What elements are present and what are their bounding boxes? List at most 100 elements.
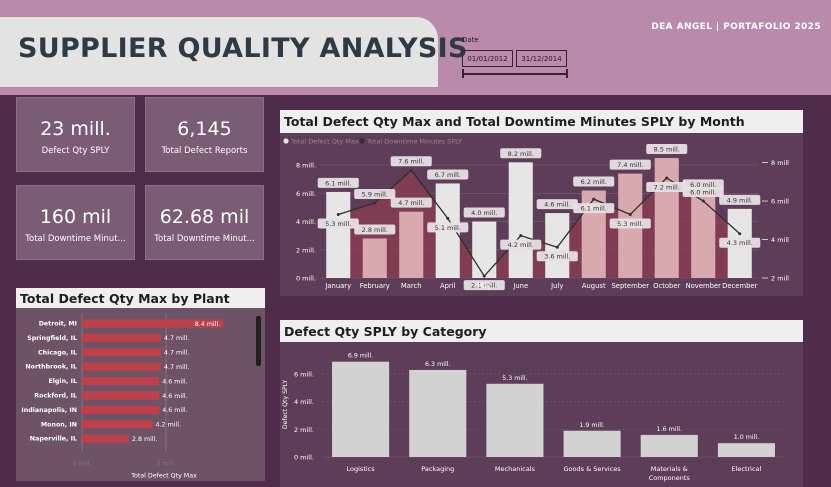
plant-label: Detroit, MI: [39, 321, 77, 328]
x-tick-label: October: [653, 282, 680, 290]
kpi-card-defect-qty-sply: 23 mill. Defect Qty SPLY: [16, 97, 135, 172]
line-data-label: 4.3 mill.: [727, 239, 753, 247]
x-tick-label: 5 mill.: [157, 461, 176, 468]
category-data-label: 1.0 mill.: [734, 434, 759, 441]
x-tick-label: Electrical: [731, 465, 761, 473]
y2-tick-label: 4 mill: [771, 236, 789, 244]
kpi-label: Total Downtime Minut...: [154, 234, 255, 244]
plant-data-label: 4.6 mill.: [162, 393, 187, 400]
downtime-point: [592, 197, 596, 201]
x-tick-label: August: [582, 282, 606, 290]
bar-plant: [82, 362, 161, 371]
plant-label: Rockford, IL: [34, 393, 77, 400]
bar-plant: [82, 391, 160, 400]
bar-plant: [82, 333, 161, 342]
x-tick-label: June: [512, 282, 528, 290]
y-tick-label: 0 mill.: [294, 454, 314, 462]
x-tick-label: July: [550, 282, 563, 290]
legend-label-downtime: Total Downtime Minutes SPLY: [366, 138, 462, 146]
line-data-label: 5.1 mill.: [435, 224, 461, 232]
kpi-card-total-downtime-minutes-sply: 62.68 mil Total Downtime Minut...: [145, 185, 264, 260]
y-tick-label: 8 mill.: [296, 162, 316, 170]
kpi-label: Defect Qty SPLY: [41, 146, 110, 156]
plant-data-label: 4.6 mill.: [162, 407, 187, 414]
bar-data-label: 4.9 mill.: [727, 196, 753, 204]
date-filter-label: Date: [462, 36, 479, 44]
kpi-label: Total Defect Reports: [161, 146, 248, 156]
line-data-label: 5.9 mill.: [362, 190, 388, 198]
legend-marker-downtime: [359, 138, 365, 144]
category-data-label: 6.3 mill.: [425, 361, 450, 368]
kpi-value: 62.68 mil: [159, 206, 250, 228]
bar-plant: [82, 434, 130, 443]
plant-data-label: 8.4 mill.: [195, 321, 220, 328]
kpi-value: 160 mil: [39, 206, 112, 228]
kpi-value: 23 mill.: [40, 118, 111, 140]
x-tick-label: Materials &: [651, 465, 688, 473]
plant-label: Elgin, IL: [48, 378, 77, 385]
downtime-point: [555, 245, 559, 249]
y-tick-label: 0 mill.: [296, 275, 316, 283]
x-tick-label: Goods & Services: [564, 465, 622, 473]
bar-plant: [82, 405, 160, 414]
bar-plant: [82, 420, 153, 429]
plant-data-label: 4.2 mill.: [156, 422, 181, 429]
plant-chart-scrollbar[interactable]: [256, 316, 261, 366]
y-tick-label: 4 mill.: [296, 218, 316, 226]
plant-data-label: 4.6 mill.: [162, 378, 187, 385]
date-start-input[interactable]: 01/01/2012: [462, 50, 513, 67]
downtime-point: [519, 234, 523, 238]
bar-defect-qty-july: [545, 213, 570, 278]
line-data-label: 7.2 mill.: [654, 183, 680, 191]
date-range-slider[interactable]: [462, 73, 568, 75]
downtime-point: [373, 201, 377, 205]
plant-data-label: 4.7 mill.: [164, 350, 189, 357]
category-data-label: 1.6 mill.: [657, 426, 682, 433]
legend-label-defect-qty: Total Defect Qty Max: [290, 138, 359, 146]
line-data-label: 4.2 mill.: [508, 241, 534, 249]
bar-category: [563, 430, 621, 457]
date-slider-end-handle[interactable]: [566, 69, 568, 78]
x-tick-label: February: [360, 282, 390, 290]
kpi-card-total-downtime-minutes: 160 mil Total Downtime Minut...: [16, 185, 135, 260]
x-tick-label: May: [477, 282, 491, 290]
category-data-label: 6.9 mill.: [348, 353, 373, 360]
bar-data-label: 4.7 mill.: [398, 199, 424, 207]
bar-data-label: 6.7 mill.: [435, 171, 461, 179]
bar-defect-qty-february: [362, 238, 387, 278]
downtime-point: [628, 213, 632, 216]
date-slider-start-handle[interactable]: [462, 69, 464, 78]
monthly-chart-title: Total Defect Qty Max and Total Downtime …: [280, 110, 803, 133]
bar-category: [717, 443, 775, 457]
bar-defect-qty-june: [508, 162, 533, 278]
bar-data-label: 8.5 mill.: [654, 146, 680, 154]
plant-chart-title: Total Defect Qty Max by Plant: [16, 288, 265, 308]
date-end-input[interactable]: 31/12/2014: [516, 50, 567, 67]
bar-data-label: 6.1 mill.: [325, 179, 351, 187]
bar-category: [409, 369, 467, 457]
downtime-point: [336, 213, 340, 216]
plant-data-label: 2.8 mill.: [132, 436, 157, 443]
category-chart-title: Defect Qty SPLY by Category: [280, 320, 803, 342]
x-tick-label: November: [686, 282, 722, 290]
portfolio-caption: DEA ANGEL | PORTAFOLIO 2025: [651, 22, 821, 32]
line-data-label: 6.1 mill.: [581, 205, 607, 213]
y-tick-label: 4 mill.: [294, 398, 314, 406]
page-title: SUPPLIER QUALITY ANALYSIS: [18, 33, 468, 64]
plant-label: Monon, IN: [41, 421, 77, 428]
kpi-card-total-defect-reports: 6,145 Total Defect Reports: [145, 97, 264, 172]
bar-category: [486, 383, 544, 457]
y-tick-label: 2 mill.: [294, 426, 314, 434]
kpi-value: 6,145: [177, 118, 232, 140]
legend-marker-defect-qty: [283, 138, 289, 144]
bar-data-label: 6.2 mill.: [581, 178, 607, 186]
x-tick-label: Mechanicals: [495, 465, 536, 473]
x-tick-label: Packaging: [421, 465, 454, 473]
y-tick-label: 6 mill.: [296, 190, 316, 198]
bar-plant: [82, 348, 161, 357]
bar-category: [332, 361, 390, 457]
bar-data-label: 2.8 mill.: [362, 226, 388, 234]
bar-defect-qty-may: [472, 221, 497, 278]
downtime-point: [446, 216, 450, 220]
plant-data-label: 4.7 mill.: [164, 364, 189, 371]
